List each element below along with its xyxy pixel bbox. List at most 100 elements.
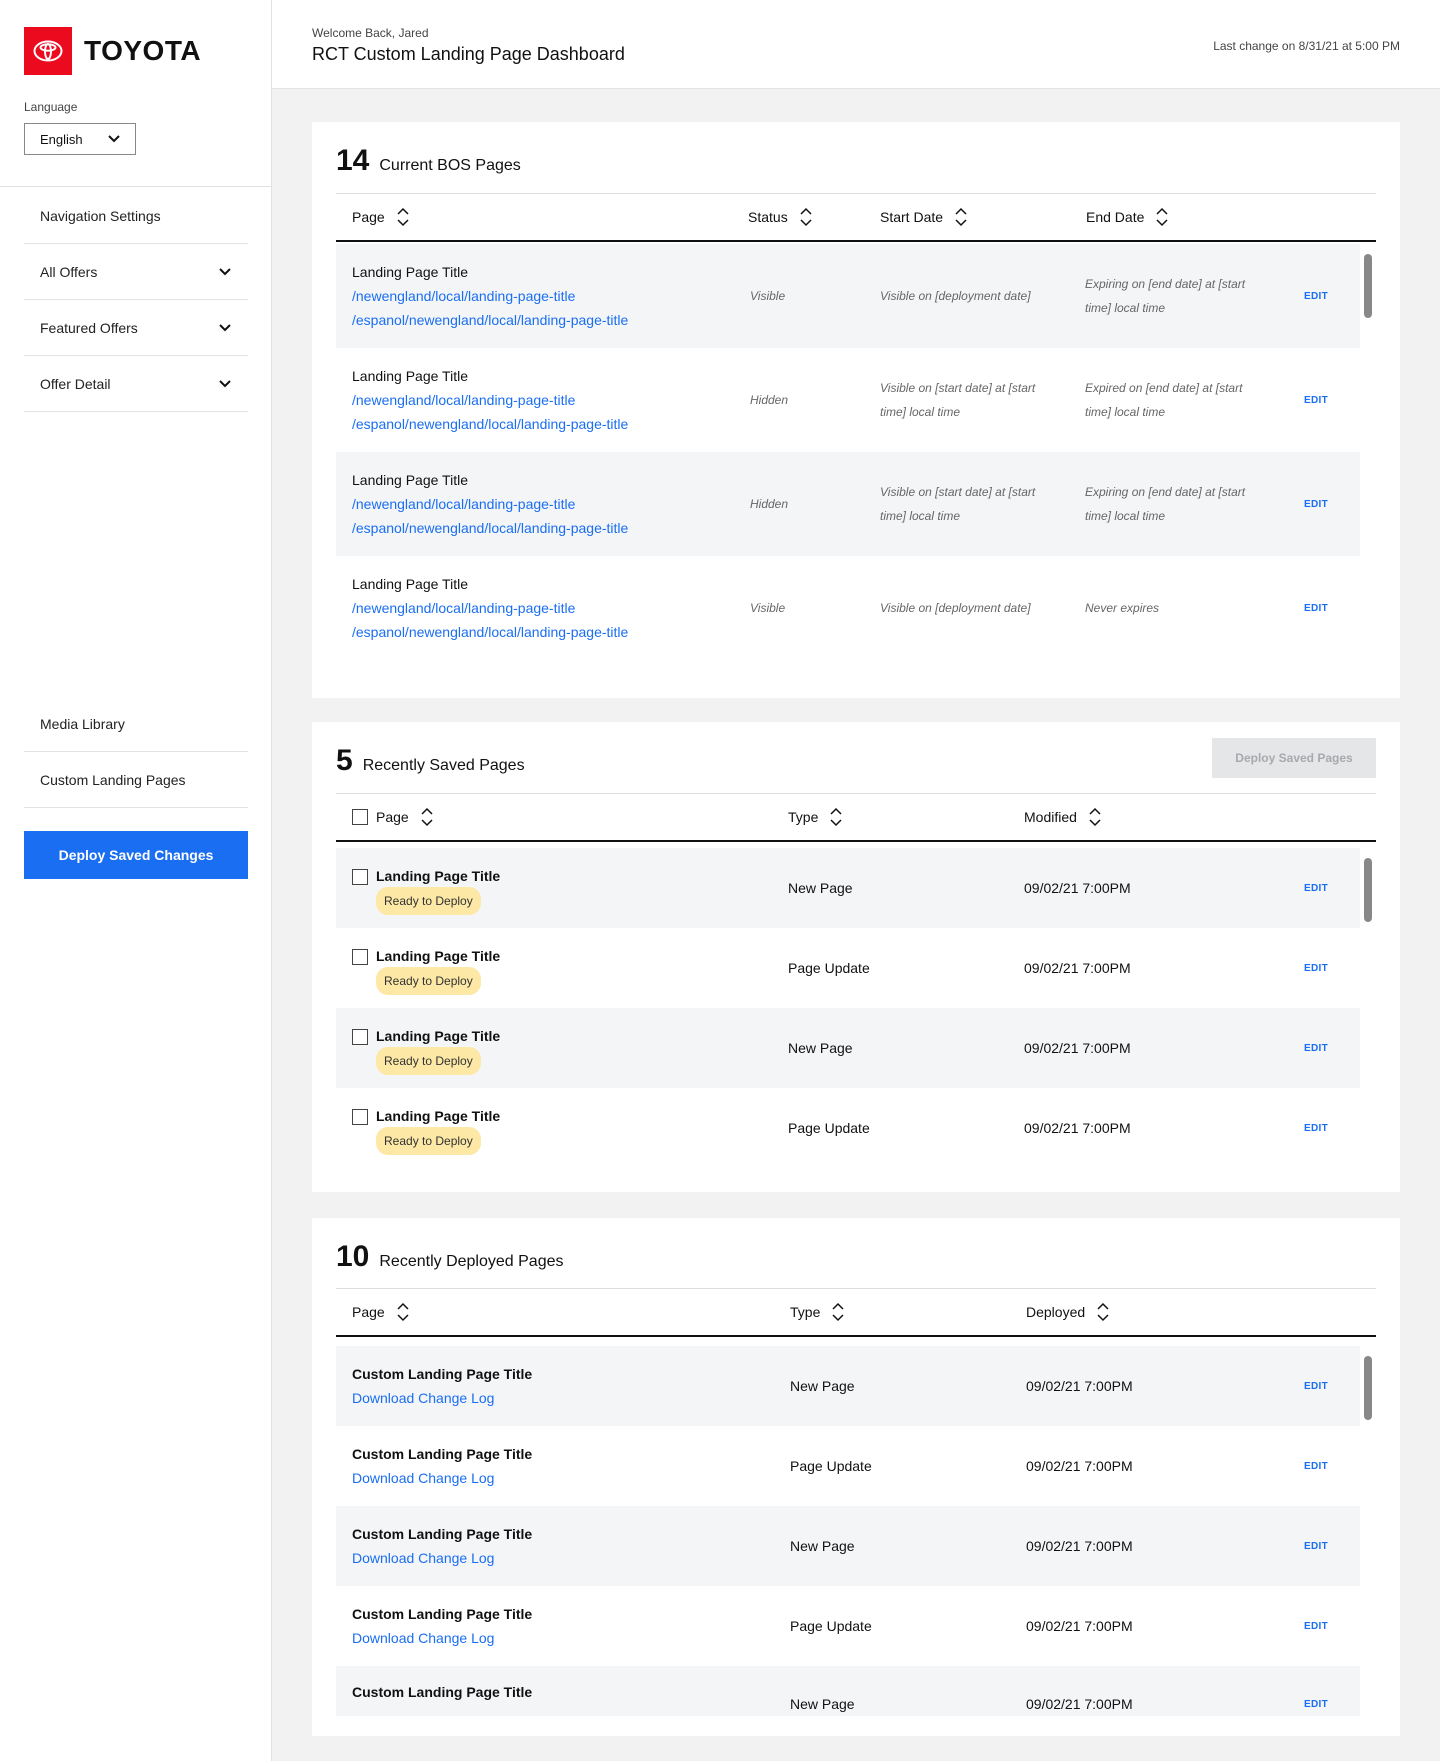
- edit-link[interactable]: EDIT: [1304, 1461, 1328, 1472]
- page-cell: Custom Landing Page Title Download Chang…: [352, 1586, 532, 1666]
- column-header-page[interactable]: Page: [352, 194, 409, 240]
- deployed-cell: 09/02/21 7:00PM: [1026, 1458, 1133, 1474]
- column-header-start-date[interactable]: Start Date: [880, 194, 967, 240]
- page-url-link[interactable]: /newengland/local/landing-page-title: [352, 284, 575, 308]
- page-url-link[interactable]: /newengland/local/landing-page-title: [352, 388, 575, 412]
- deploy-saved-pages-button[interactable]: Deploy Saved Pages: [1212, 738, 1376, 778]
- deployed-cell: 09/02/21 7:00PM: [1026, 1618, 1133, 1634]
- select-all-checkbox[interactable]: [352, 809, 368, 825]
- sidebar-item-featured-offers[interactable]: Featured Offers: [24, 300, 248, 356]
- row-checkbox[interactable]: [352, 1109, 368, 1125]
- page-url-link-espanol[interactable]: /espanol/newengland/local/landing-page-t…: [352, 412, 628, 436]
- column-label: Deployed: [1026, 1304, 1086, 1320]
- card-title: Recently Deployed Pages: [379, 1253, 564, 1270]
- column-label: Type: [788, 809, 819, 825]
- page-cell: Landing Page Title /newengland/local/lan…: [352, 244, 628, 348]
- sidebar-item-custom-landing-pages[interactable]: Custom Landing Pages: [24, 752, 248, 808]
- page-title-text: Custom Landing Page Title: [352, 1606, 533, 1622]
- edit-link[interactable]: EDIT: [1304, 1123, 1328, 1134]
- table-row: Custom Landing Page Title Download Chang…: [336, 1586, 1360, 1666]
- page-cell: Landing Page Title Ready to Deploy: [352, 1088, 500, 1168]
- table-header: Page Type Deployed: [336, 1289, 1376, 1337]
- sidebar-item-offer-detail[interactable]: Offer Detail: [24, 356, 248, 412]
- scrollbar-thumb[interactable]: [1364, 858, 1372, 922]
- column-header-page[interactable]: Page: [352, 1289, 409, 1335]
- row-checkbox[interactable]: [352, 1029, 368, 1045]
- edit-link[interactable]: EDIT: [1304, 1621, 1328, 1632]
- column-header-end-date[interactable]: End Date: [1086, 194, 1168, 240]
- page-cell: Landing Page Title Ready to Deploy: [352, 848, 500, 928]
- column-header-deployed[interactable]: Deployed: [1026, 1289, 1109, 1335]
- scrollbar[interactable]: [1360, 848, 1376, 1168]
- scrollbar-thumb[interactable]: [1364, 254, 1372, 318]
- type-cell: Page Update: [788, 1120, 870, 1136]
- download-change-log-link[interactable]: Download Change Log: [352, 1626, 494, 1650]
- table-row: Custom Landing Page Title Download Chang…: [336, 1506, 1360, 1586]
- language-select[interactable]: English: [24, 123, 136, 155]
- page-url-link[interactable]: /newengland/local/landing-page-title: [352, 492, 575, 516]
- type-cell: New Page: [790, 1696, 855, 1712]
- sidebar-item-label: Offer Detail: [40, 375, 111, 392]
- edit-link[interactable]: EDIT: [1304, 395, 1328, 406]
- page-cell: Custom Landing Page Title Download Chang…: [352, 1346, 532, 1426]
- row-checkbox[interactable]: [352, 869, 368, 885]
- modified-cell: 09/02/21 7:00PM: [1024, 1040, 1131, 1056]
- card-header: 5 Recently Saved Pages: [336, 744, 525, 778]
- row-checkbox[interactable]: [352, 949, 368, 965]
- card-count: 14: [336, 144, 370, 177]
- column-header-status[interactable]: Status: [748, 194, 812, 240]
- download-change-log-link[interactable]: Download Change Log: [352, 1386, 494, 1410]
- table-body[interactable]: Landing Page Title Ready to Deploy New P…: [336, 848, 1376, 1168]
- download-change-log-link[interactable]: Download Change Log: [352, 1466, 494, 1490]
- page-url-link-espanol[interactable]: /espanol/newengland/local/landing-page-t…: [352, 516, 628, 540]
- edit-link[interactable]: EDIT: [1304, 291, 1328, 302]
- card-count: 5: [336, 744, 353, 777]
- column-header-type[interactable]: Type: [790, 1289, 844, 1335]
- column-header-type[interactable]: Type: [788, 794, 842, 840]
- brand-name: TOYOTA: [84, 35, 202, 66]
- page-title-text: Landing Page Title: [352, 264, 468, 280]
- page-title-text: Landing Page Title: [352, 472, 468, 488]
- deploy-saved-changes-button[interactable]: Deploy Saved Changes: [24, 831, 248, 879]
- type-cell: Page Update: [788, 960, 870, 976]
- status-badge: Ready to Deploy: [376, 1127, 481, 1155]
- sidebar-item-label: Navigation Settings: [40, 207, 161, 224]
- table-body[interactable]: Landing Page Title /newengland/local/lan…: [336, 244, 1376, 660]
- brand[interactable]: TOYOTA: [24, 27, 201, 75]
- page-url-link[interactable]: /newengland/local/landing-page-title: [352, 596, 575, 620]
- edit-link[interactable]: EDIT: [1304, 883, 1328, 894]
- edit-link[interactable]: EDIT: [1304, 499, 1328, 510]
- page-title-text: Custom Landing Page Title: [352, 1526, 533, 1542]
- scrollbar[interactable]: [1360, 244, 1376, 660]
- edit-link[interactable]: EDIT: [1304, 1381, 1328, 1392]
- sidebar-item-navigation-settings[interactable]: Navigation Settings: [24, 188, 248, 244]
- edit-link[interactable]: EDIT: [1304, 1043, 1328, 1054]
- column-header-modified[interactable]: Modified: [1024, 794, 1101, 840]
- table-body[interactable]: Custom Landing Page Title Download Chang…: [336, 1346, 1376, 1716]
- column-label: Type: [790, 1304, 821, 1320]
- table-header: Page Type Modified: [336, 794, 1376, 842]
- edit-link[interactable]: EDIT: [1304, 1699, 1328, 1710]
- edit-link[interactable]: EDIT: [1304, 963, 1328, 974]
- start-date-cell: Visible on [deployment date]: [880, 601, 1031, 615]
- deployed-pages-card: 10 Recently Deployed Pages Page Type Dep…: [312, 1218, 1400, 1736]
- table-row: Landing Page Title /newengland/local/lan…: [336, 452, 1360, 556]
- column-label: Modified: [1024, 809, 1077, 825]
- edit-link[interactable]: EDIT: [1304, 1541, 1328, 1552]
- scrollbar[interactable]: [1360, 1346, 1376, 1716]
- page-url-link-espanol[interactable]: /espanol/newengland/local/landing-page-t…: [352, 620, 628, 644]
- type-cell: Page Update: [790, 1618, 872, 1634]
- page-title-text: Landing Page Title: [376, 1028, 501, 1044]
- download-change-log-link[interactable]: Download Change Log: [352, 1546, 494, 1570]
- page-title-text: Custom Landing Page Title: [352, 1366, 533, 1382]
- column-header-page[interactable]: Page: [352, 794, 433, 840]
- sidebar-item-label: Media Library: [40, 715, 125, 732]
- scrollbar-thumb[interactable]: [1364, 1356, 1372, 1420]
- page-title-text: Landing Page Title: [352, 576, 468, 592]
- card-header: 14 Current BOS Pages: [336, 144, 521, 178]
- page-cell: Custom Landing Page Title Download Chang…: [352, 1506, 532, 1586]
- sidebar-item-all-offers[interactable]: All Offers: [24, 244, 248, 300]
- sidebar-item-media-library[interactable]: Media Library: [24, 696, 248, 752]
- page-url-link-espanol[interactable]: /espanol/newengland/local/landing-page-t…: [352, 308, 628, 332]
- edit-link[interactable]: EDIT: [1304, 603, 1328, 614]
